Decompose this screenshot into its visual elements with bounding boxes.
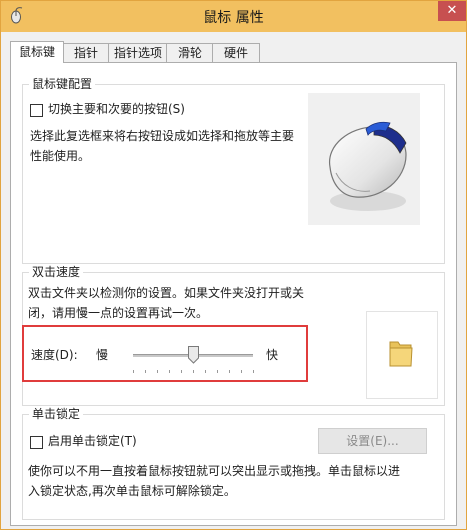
speed-tick bbox=[193, 370, 194, 373]
title-bar[interactable]: 鼠标 属性 ✕ bbox=[1, 1, 466, 32]
speed-ticks bbox=[133, 370, 254, 374]
close-button[interactable]: ✕ bbox=[438, 1, 466, 21]
speed-tick bbox=[217, 370, 218, 373]
tab-mouse-buttons[interactable]: 鼠标键 bbox=[10, 41, 64, 63]
speed-tick bbox=[205, 370, 206, 373]
tab-hardware[interactable]: 硬件 bbox=[212, 43, 260, 62]
speed-tick bbox=[157, 370, 158, 373]
speed-label: 速度(D): bbox=[31, 348, 78, 362]
folder-icon[interactable] bbox=[387, 338, 415, 370]
speed-tick bbox=[181, 370, 182, 373]
tab-pointers[interactable]: 指针 bbox=[62, 43, 110, 62]
speed-tick bbox=[169, 370, 170, 373]
mouse-preview bbox=[308, 93, 420, 225]
window-title: 鼠标 属性 bbox=[203, 10, 264, 26]
click-lock-label[interactable]: 启用单击锁定(T) bbox=[48, 432, 137, 450]
click-lock-checkbox[interactable] bbox=[30, 436, 43, 449]
switch-description-line1: 选择此复选框来将右按钮设成如选择和拖放等主要 bbox=[30, 129, 295, 143]
double-click-description-line1: 双击文件夹以检测你的设置。如果文件夹没打开或关 bbox=[28, 286, 305, 300]
button-config-group: 鼠标键配置 切换主要和次要的按钮(S) 选择此复选框来将右按钮设成如选择和拖放等… bbox=[22, 77, 445, 264]
tab-pointer-options[interactable]: 指针选项 bbox=[108, 43, 168, 62]
double-click-description-line2: 闭，请用慢一点的设置再试一次。 bbox=[28, 306, 209, 320]
click-lock-settings-button[interactable]: 设置(E)... bbox=[318, 428, 427, 454]
click-lock-description-line1: 使你可以不用一直按着鼠标按钮就可以突出显示或拖拽。单击鼠标以进 bbox=[28, 464, 401, 478]
click-lock-group-label: 单击锁定 bbox=[29, 407, 84, 421]
click-lock-description-line2: 入锁定状态,再次单击鼠标可解除锁定。 bbox=[28, 484, 236, 498]
mouse-properties-window: 鼠标 属性 ✕ 鼠标键 指针 指针选项 滑轮 硬件 鼠标键配置 切换主要和次要的… bbox=[0, 0, 467, 530]
switch-buttons-checkbox[interactable] bbox=[30, 104, 43, 117]
speed-tick bbox=[229, 370, 230, 373]
dialog-client-area: 鼠标键 指针 指针选项 滑轮 硬件 鼠标键配置 切换主要和次要的按钮(S) 选择… bbox=[1, 32, 466, 529]
switch-buttons-label[interactable]: 切换主要和次要的按钮(S) bbox=[48, 100, 185, 118]
slow-label: 慢 bbox=[96, 348, 109, 362]
fast-label: 快 bbox=[266, 348, 279, 362]
speed-tick bbox=[133, 370, 134, 373]
button-config-group-label: 鼠标键配置 bbox=[29, 77, 96, 91]
test-folder-area[interactable] bbox=[366, 311, 438, 399]
tab-wheel[interactable]: 滑轮 bbox=[166, 43, 214, 62]
speed-tick bbox=[145, 370, 146, 373]
mouse-buttons-panel: 鼠标键配置 切换主要和次要的按钮(S) 选择此复选框来将右按钮设成如选择和拖放等… bbox=[10, 62, 457, 526]
speed-tick bbox=[253, 370, 254, 373]
double-click-speed-thumb[interactable] bbox=[187, 346, 199, 364]
speed-tick bbox=[241, 370, 242, 373]
switch-description-line2: 性能使用。 bbox=[30, 149, 91, 163]
double-click-group-label: 双击速度 bbox=[29, 265, 84, 279]
click-lock-group: 单击锁定 启用单击锁定(T) 设置(E)... 使你可以不用一直按着鼠标按钮就可… bbox=[22, 407, 445, 520]
mouse-illustration-icon bbox=[329, 121, 407, 211]
